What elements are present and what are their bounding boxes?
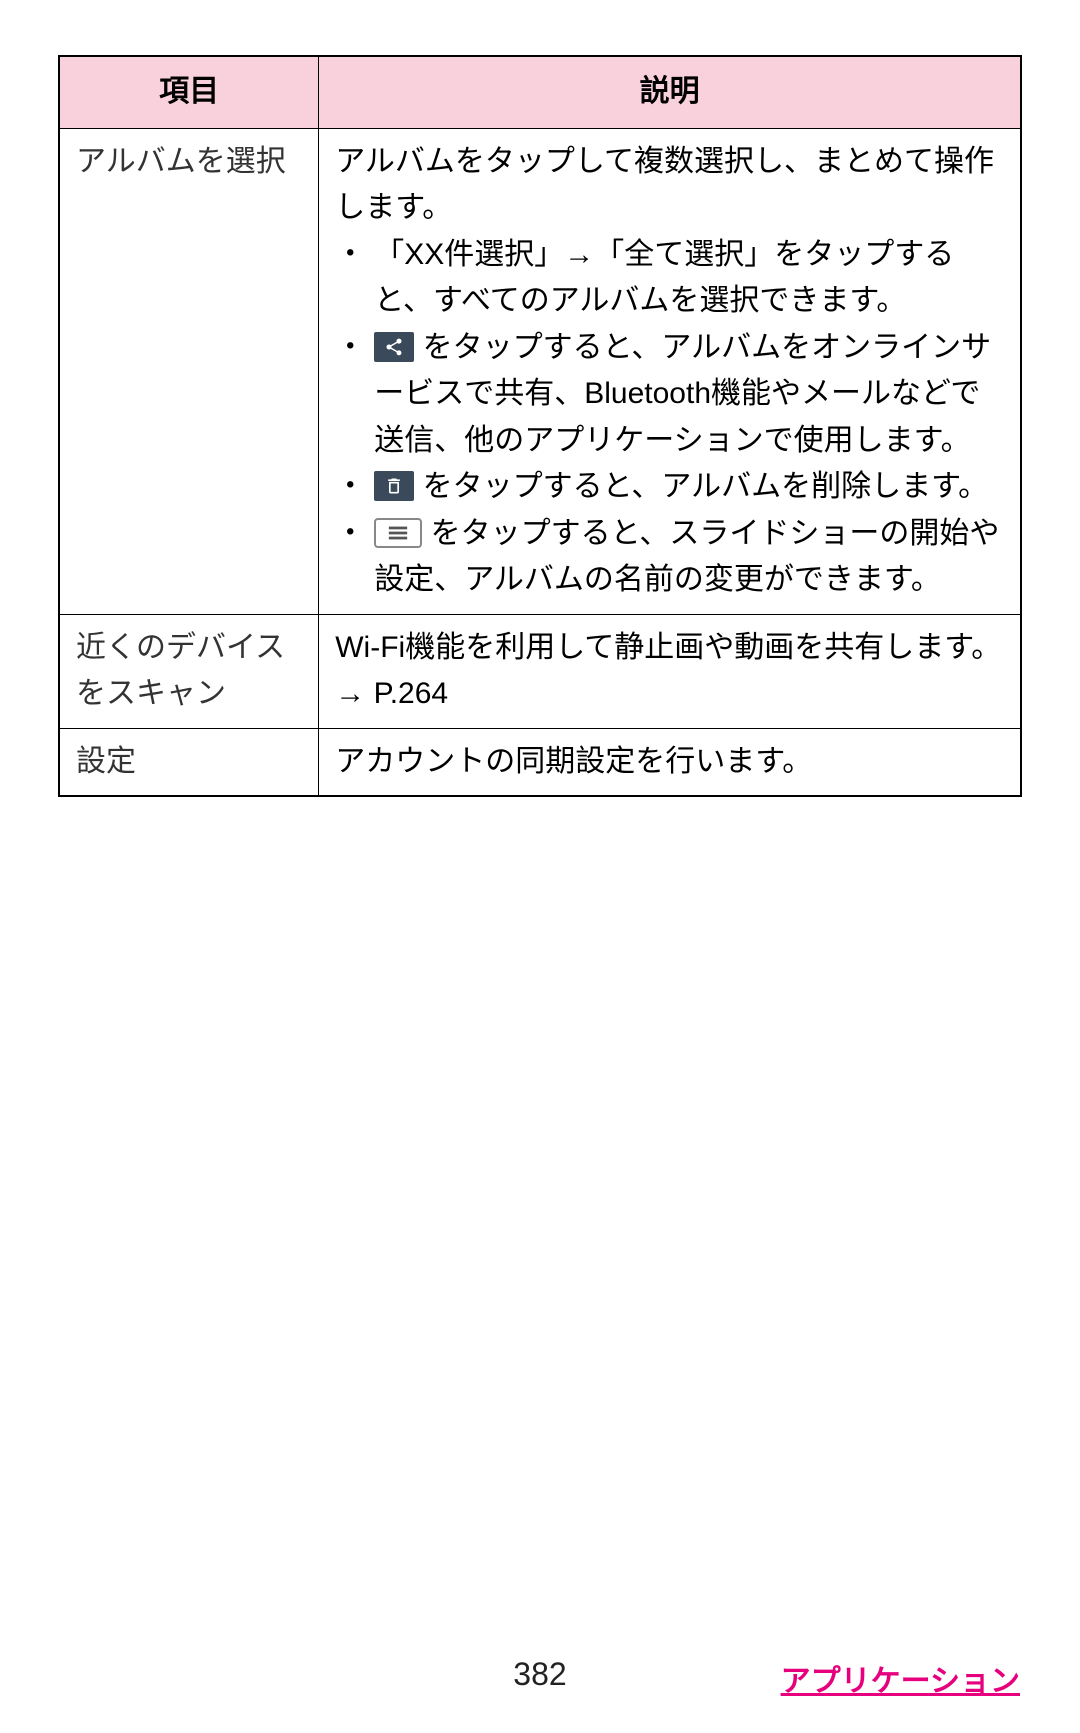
bullet-text: をタップすると、スライドショーの開始や設定、アルバムの名前の変更ができます。 [374, 517, 999, 597]
table-row: 設定 アカウントの同期設定を行います。 [59, 728, 1021, 796]
header-description: 説明 [319, 56, 1021, 128]
row-term: アルバムを選択 [59, 128, 319, 614]
row-term: 近くのデバイスをスキャン [59, 614, 319, 728]
header-item: 項目 [59, 56, 319, 128]
table-row: 近くのデバイスをスキャン Wi-Fi機能を利用して静止画や動画を共有します。→ … [59, 614, 1021, 728]
list-item: をタップすると、アルバムを削除します。 [335, 464, 1004, 511]
table-row: アルバムを選択 アルバムをタップして複数選択し、まとめて操作します。 「XX件選… [59, 128, 1021, 614]
desc-intro: アルバムをタップして複数選択し、まとめて操作します。 [335, 145, 994, 225]
share-icon [374, 332, 414, 362]
trash-icon [374, 471, 414, 501]
row-description: Wi-Fi機能を利用して静止画や動画を共有します。→ P.264 [319, 614, 1021, 728]
bullet-text: をタップすると、アルバムをオンラインサービスで共有、Bluetooth機能やメー… [374, 331, 991, 457]
list-item: をタップすると、スライドショーの開始や設定、アルバムの名前の変更ができます。 [335, 511, 1004, 604]
page-footer: 382 アプリケーション [0, 1656, 1080, 1693]
row-description: アカウントの同期設定を行います。 [319, 728, 1021, 796]
section-link[interactable]: アプリケーション [781, 1656, 1020, 1700]
list-item: をタップすると、アルバムをオンラインサービスで共有、Bluetooth機能やメー… [335, 325, 1004, 465]
page-number: 382 [513, 1656, 566, 1693]
bullet-list: 「XX件選択」→「全て選択」をタップすると、すべてのアルバムを選択できます。 を… [335, 232, 1004, 604]
menu-icon [374, 518, 422, 548]
row-term: 設定 [59, 728, 319, 796]
bullet-text: 「XX件選択」→「全て選択」をタップすると、すべてのアルバムを選択できます。 [374, 238, 954, 318]
row-description: アルバムをタップして複数選択し、まとめて操作します。 「XX件選択」→「全て選択… [319, 128, 1021, 614]
bullet-text: をタップすると、アルバムを削除します。 [414, 470, 988, 503]
settings-table: 項目 説明 アルバムを選択 アルバムをタップして複数選択し、まとめて操作します。… [58, 55, 1022, 797]
list-item: 「XX件選択」→「全て選択」をタップすると、すべてのアルバムを選択できます。 [335, 232, 1004, 325]
